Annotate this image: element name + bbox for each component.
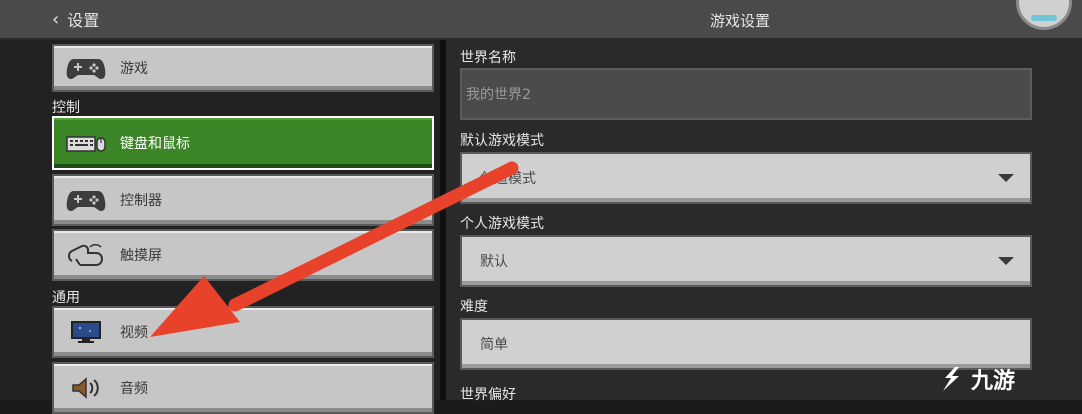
watermark: 九游 [935, 360, 1075, 398]
sidebar-item-video[interactable]: 视频 [52, 306, 434, 358]
sidebar-item-audio[interactable]: 音频 [52, 362, 434, 414]
personal-mode-dropdown[interactable]: 默认 [460, 235, 1032, 287]
chevron-down-icon [998, 174, 1014, 182]
monitor-icon [66, 318, 106, 346]
chevron-down-icon [998, 257, 1014, 265]
default-mode-dropdown[interactable]: 创造模式 [460, 152, 1032, 204]
back-label: 设置 [67, 11, 100, 30]
gamepad-icon [66, 54, 106, 82]
default-mode-label: 默认游戏模式 [460, 133, 544, 149]
watermark-text: 九游 [971, 369, 1016, 394]
world-name-input[interactable]: 我的世界2 [460, 68, 1032, 120]
default-mode-value: 创造模式 [480, 171, 536, 187]
page-title: 游戏设置 [710, 12, 771, 30]
world-preferences-label: 世界偏好 [460, 387, 516, 403]
difficulty-label: 难度 [460, 299, 488, 315]
section-label-control: 控制 [52, 100, 80, 116]
personal-mode-label: 个人游戏模式 [460, 216, 544, 232]
keyboard-mouse-icon [66, 129, 106, 157]
gamepad-icon [66, 186, 106, 214]
sidebar-item-keyboard-mouse[interactable]: 键盘和鼠标 [52, 116, 434, 170]
sidebar-item-label: 控制器 [120, 193, 162, 209]
top-bar: ‹ 设置 游戏设置 [0, 0, 1082, 40]
sidebar-item-label: 游戏 [120, 61, 148, 77]
sidebar-item-label: 音频 [120, 381, 148, 397]
sidebar-item-label: 键盘和鼠标 [120, 136, 190, 152]
sidebar-item-label: 触摸屏 [120, 248, 162, 264]
avatar[interactable] [1016, 0, 1072, 30]
world-name-label: 世界名称 [460, 50, 516, 66]
difficulty-value: 简单 [480, 337, 508, 353]
touch-icon [66, 241, 106, 269]
chevron-left-icon: ‹ [52, 8, 60, 30]
back-button[interactable]: ‹ 设置 [52, 7, 99, 31]
watermark-logo-icon [943, 367, 959, 391]
section-label-general: 通用 [52, 290, 80, 306]
sidebar-item-controller[interactable]: 控制器 [52, 174, 434, 226]
sidebar-item-label: 视频 [120, 325, 148, 341]
personal-mode-value: 默认 [480, 254, 508, 270]
speaker-icon [66, 374, 106, 402]
sidebar-item-touchscreen[interactable]: 触摸屏 [52, 229, 434, 281]
sidebar-item-game[interactable]: 游戏 [52, 44, 434, 92]
